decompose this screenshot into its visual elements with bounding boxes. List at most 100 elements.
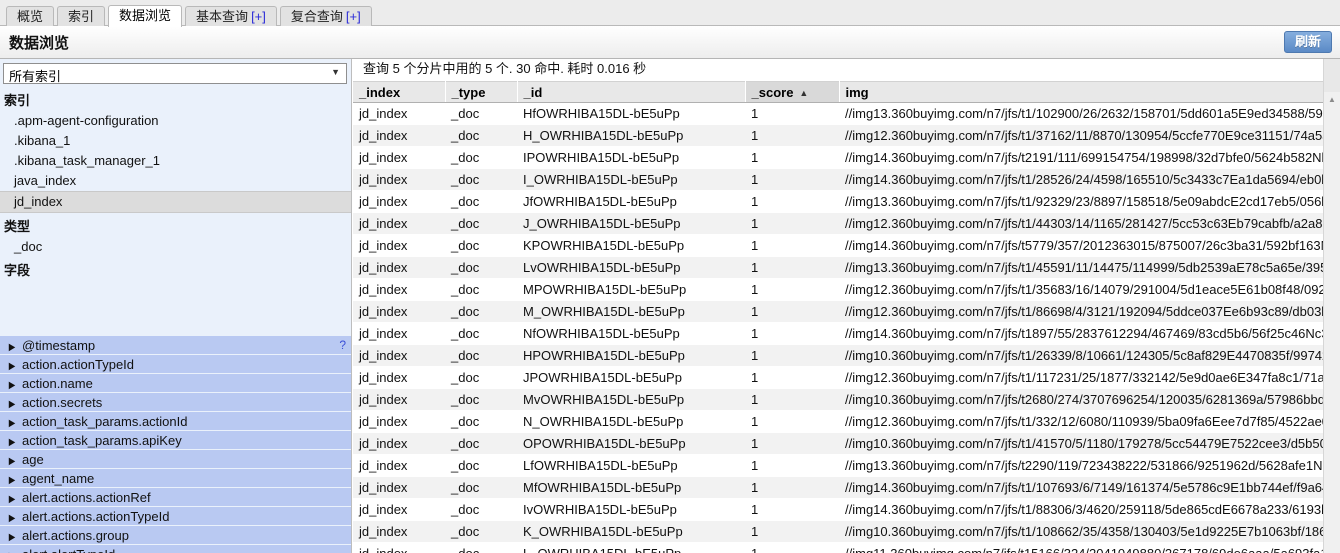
cell-img: //img12.360buyimg.com/n7/jfs/t1/86698/4/… (839, 300, 1340, 323)
index-item[interactable]: .apm-agent-configuration (0, 111, 351, 131)
field-row[interactable]: ▶ alert.actions.actionRef (0, 488, 351, 507)
cell-img: //img14.360buyimg.com/n7/jfs/t1897/55/28… (839, 322, 1340, 345)
column-header-_type[interactable]: _type (445, 81, 518, 103)
table-row[interactable]: jd_index _doc M_OWRHIBA15DL-bE5uPp 1//img12… (353, 300, 1340, 323)
field-row[interactable]: ▶ @timestamp? (0, 336, 351, 355)
table-row[interactable]: jd_index _doc HfOWRHIBA15DL-bE5uPp 1//img13… (353, 102, 1340, 125)
cell-_score: 1 (745, 234, 839, 257)
field-row[interactable]: ▶ action_task_params.apiKey (0, 431, 351, 450)
expand-triangle-icon[interactable]: ▶ (9, 528, 18, 544)
expand-triangle-icon[interactable]: ▶ (9, 509, 18, 525)
tab-3[interactable]: 基本查询 [+] (185, 6, 277, 27)
field-row[interactable]: ▶ age (0, 450, 351, 469)
table-row[interactable]: jd_index _doc JfOWRHIBA15DL-bE5uPp 1//img13… (353, 190, 1340, 213)
expand-triangle-icon[interactable]: ▶ (9, 395, 18, 411)
tab-label: 数据浏览 (119, 8, 172, 23)
field-name: action.actionTypeId (22, 357, 135, 372)
index-select[interactable]: 所有索引 ▼ (3, 63, 347, 84)
field-row[interactable]: ▶ alert.actions.actionTypeId (0, 507, 351, 526)
table-row[interactable]: jd_index _doc MPOWRHIBA15DL-bE5uPp 1//img12… (353, 278, 1340, 301)
expand-triangle-icon[interactable]: ▶ (9, 452, 18, 468)
help-question-icon[interactable]: ? (339, 336, 346, 354)
table-header-row: _index _type _id _score ▲ img (353, 81, 1340, 103)
expand-triangle-icon[interactable]: ▶ (9, 433, 18, 449)
column-header-_score[interactable]: _score ▲ (745, 81, 840, 103)
field-row[interactable]: ▶ action_task_params.actionId (0, 412, 351, 431)
tab-2[interactable]: 数据浏览 (108, 5, 183, 27)
table-row[interactable]: jd_index _doc KPOWRHIBA15DL-bE5uPp 1//img14… (353, 234, 1340, 257)
expand-triangle-icon[interactable]: ▶ (9, 490, 18, 506)
table-row[interactable]: jd_index _doc LfOWRHIBA15DL-bE5uPp 1//img13… (353, 454, 1340, 477)
cell-_type: _doc (445, 278, 517, 301)
table-row[interactable]: jd_index _doc NfOWRHIBA15DL-bE5uPp 1//img14… (353, 322, 1340, 345)
field-row[interactable]: ▶ action.actionTypeId (0, 355, 351, 374)
field-row[interactable]: ▶ agent_name (0, 469, 351, 488)
cell-_type: _doc (445, 432, 517, 455)
expand-triangle-icon[interactable]: ▶ (9, 338, 18, 354)
cell-img: //img14.360buyimg.com/n7/jfs/t2191/111/6… (839, 146, 1340, 169)
cell-_index: jd_index (353, 388, 445, 411)
field-row[interactable]: ▶ action.secrets (0, 393, 351, 412)
table-row[interactable]: jd_index _doc IPOWRHIBA15DL-bE5uPp 1//img14… (353, 146, 1340, 169)
results-vertical-scrollbar[interactable]: ▲ (1323, 59, 1340, 553)
table-row[interactable]: jd_index _doc K_OWRHIBA15DL-bE5uPp 1//img10… (353, 520, 1340, 543)
index-item[interactable]: jd_index (0, 191, 351, 213)
expand-triangle-icon[interactable]: ▶ (9, 547, 18, 553)
data-browse-app: 概览 索引 数据浏览 基本查询 [+] 复合查询 [+] 数据浏览 刷新 所有索引 ▼ 索引… (0, 0, 1340, 553)
refresh-button[interactable]: 刷新 (1283, 31, 1332, 53)
expand-triangle-icon[interactable]: ▶ (9, 414, 18, 430)
cell-_id: K_OWRHIBA15DL-bE5uPp (517, 520, 745, 543)
cell-_id: L_OWRHIBA15DL-bE5uPp (517, 542, 745, 553)
expand-triangle-icon[interactable]: ▶ (9, 357, 18, 373)
table-row[interactable]: jd_index_docL_OWRHIBA15DL-bE5uPp1//img11… (353, 542, 1340, 553)
field-name: alert.actions.actionRef (22, 490, 151, 505)
tab-1[interactable]: 索引 (57, 6, 106, 27)
field-row[interactable]: ▶ action.name (0, 374, 351, 393)
tab-0[interactable]: 概览 (6, 6, 55, 27)
field-row[interactable]: ▶ alert.alertTypeId (0, 545, 351, 553)
table-row[interactable]: jd_index _doc MvOWRHIBA15DL-bE5uPp 1//img10… (353, 388, 1340, 411)
cell-_id: N_OWRHIBA15DL-bE5uPp (517, 410, 745, 433)
table-row[interactable]: jd_index _doc MfOWRHIBA15DL-bE5uPp 1//img14… (353, 476, 1340, 499)
page-header: 数据浏览 刷新 (0, 26, 1340, 59)
index-item[interactable]: .kibana_task_manager_1 (0, 151, 351, 171)
tab-plus-icon[interactable]: [+] (251, 9, 266, 24)
column-header-img[interactable]: img (839, 81, 1340, 103)
index-item[interactable]: .kibana_1 (0, 131, 351, 151)
column-header-_id[interactable]: _id (517, 81, 746, 103)
cell-_type: _doc (445, 322, 517, 345)
sort-ascending-icon: ▲ (799, 88, 809, 99)
cell-_score: 1 (745, 102, 839, 125)
tab-list: 概览 索引 数据浏览 基本查询 [+] 复合查询 [+] (6, 5, 372, 27)
table-row[interactable]: jd_index _doc JPOWRHIBA15DL-bE5uPp 1//img12… (353, 366, 1340, 389)
cell-_score: 1 (745, 190, 839, 213)
column-header-label: _id (523, 84, 543, 100)
scroll-up-arrow-icon[interactable]: ▲ (1324, 92, 1340, 107)
cell-_score: 1 (745, 454, 839, 477)
tab-4[interactable]: 复合查询 [+] (279, 6, 372, 27)
cell-_type: _doc (445, 542, 517, 553)
table-row[interactable]: jd_index _doc LvOWRHIBA15DL-bE5uPp 1//img13… (353, 256, 1340, 279)
index-select-value: 所有索引 (9, 69, 62, 84)
table-row[interactable]: jd_index _doc HPOWRHIBA15DL-bE5uPp 1//img10… (353, 344, 1340, 367)
table-row[interactable]: jd_index _doc OPOWRHIBA15DL-bE5uPp 1//img10… (353, 432, 1340, 455)
type-item[interactable]: _doc (0, 237, 351, 257)
column-header-label: _score (751, 84, 794, 100)
table-row[interactable]: jd_index _doc I_OWRHIBA15DL-bE5uPp 1//img14… (353, 168, 1340, 191)
results-table-scroll[interactable]: _index _type _id _score ▲ img jd_index _doc HfO… (353, 81, 1340, 553)
tab-plus-icon[interactable]: [+] (346, 9, 361, 24)
table-row[interactable]: jd_index _doc J_OWRHIBA15DL-bE5uPp 1//img12… (353, 212, 1340, 235)
cell-_index: jd_index (353, 344, 445, 367)
table-row[interactable]: jd_index _doc H_OWRHIBA15DL-bE5uPp 1//img12… (353, 124, 1340, 147)
expand-triangle-icon[interactable]: ▶ (9, 471, 18, 487)
expand-triangle-icon[interactable]: ▶ (9, 376, 18, 392)
table-row[interactable]: jd_index _doc IvOWRHIBA15DL-bE5uPp 1//img14… (353, 498, 1340, 521)
field-name: action_task_params.actionId (22, 414, 188, 429)
column-header-label: _index (359, 84, 401, 100)
index-item[interactable]: java_index (0, 171, 351, 191)
column-header-_index[interactable]: _index (353, 81, 446, 103)
table-row[interactable]: jd_index _doc N_OWRHIBA15DL-bE5uPp 1//img12… (353, 410, 1340, 433)
field-row[interactable]: ▶ alert.actions.group (0, 526, 351, 545)
cell-_index: jd_index (353, 102, 445, 125)
cell-img: //img10.360buyimg.com/n7/jfs/t1/41570/5/… (839, 432, 1340, 455)
